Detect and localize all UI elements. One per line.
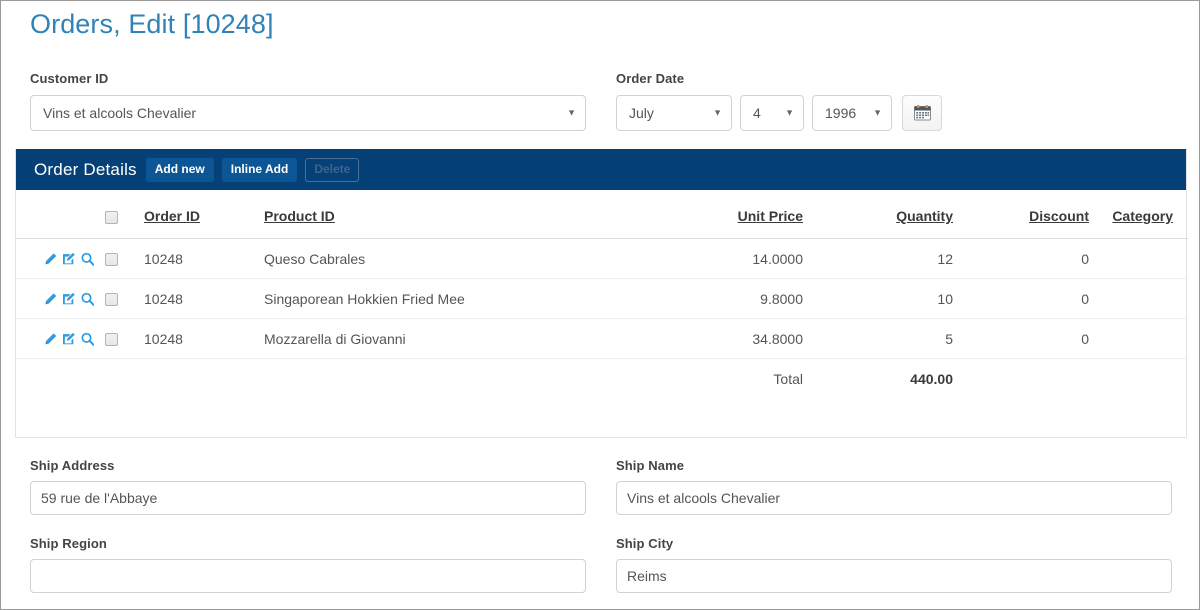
order-date-year-select[interactable]: 1996 ▼	[812, 95, 892, 131]
ship-address-input[interactable]	[30, 481, 586, 515]
cell-category	[1104, 279, 1188, 319]
customer-id-select[interactable]: Vins et alcools Chevalier ▼	[30, 95, 586, 131]
cell-category	[1104, 319, 1188, 359]
ship-address-field-group: Ship Address	[30, 458, 586, 515]
cell-category	[1104, 239, 1188, 279]
row-checkbox[interactable]	[105, 293, 118, 306]
table-body: 10248 Queso Cabrales 14.0000 12 0	[16, 239, 1188, 438]
select-all-checkbox[interactable]	[105, 211, 118, 224]
row-actions-cell	[16, 279, 94, 319]
header-product-id[interactable]: Product ID	[248, 190, 638, 239]
view-search-icon[interactable]	[81, 331, 94, 347]
cell-quantity: 12	[818, 239, 968, 279]
cell-product-id: Queso Cabrales	[248, 239, 638, 279]
row-select-cell	[94, 239, 128, 279]
chevron-down-icon: ▼	[785, 109, 794, 118]
cell-product-id: Mozzarella di Giovanni	[248, 319, 638, 359]
order-details-toolbar: Order Details Add new Inline Add Delete	[16, 149, 1186, 190]
calendar-picker-button[interactable]	[902, 95, 942, 131]
calendar-icon	[914, 105, 931, 121]
chevron-down-icon: ▼	[873, 109, 882, 118]
delete-button[interactable]: Delete	[305, 158, 359, 182]
ship-name-field-group: Ship Name	[616, 458, 1172, 515]
cell-order-id: 10248	[128, 239, 248, 279]
ship-region-field-group: Ship Region	[30, 536, 586, 593]
cell-quantity: 5	[818, 319, 968, 359]
inline-add-button[interactable]: Inline Add	[222, 158, 298, 182]
order-details-title: Order Details	[34, 160, 137, 180]
ship-region-label: Ship Region	[30, 536, 586, 551]
row-select-cell	[94, 279, 128, 319]
edit-pencil-icon[interactable]	[44, 331, 57, 347]
inline-edit-icon[interactable]	[62, 331, 75, 347]
header-unit-price[interactable]: Unit Price	[638, 190, 818, 239]
cell-discount: 0	[968, 239, 1104, 279]
header-quantity[interactable]: Quantity	[818, 190, 968, 239]
header-category[interactable]: Category	[1104, 190, 1188, 239]
ship-address-label: Ship Address	[30, 458, 586, 473]
table-header: Order ID Product ID Unit Price Quantity …	[16, 190, 1188, 239]
cell-unit-price: 14.0000	[638, 239, 818, 279]
inline-edit-icon[interactable]	[62, 291, 75, 307]
row-actions-cell	[16, 319, 94, 359]
cell-product-id: Singaporean Hokkien Fried Mee	[248, 279, 638, 319]
customer-id-value: Vins et alcools Chevalier	[43, 105, 196, 121]
table-row[interactable]: 10248 Queso Cabrales 14.0000 12 0	[16, 239, 1188, 279]
customer-id-label: Customer ID	[30, 71, 586, 86]
page-title: Orders, Edit [10248]	[30, 6, 274, 42]
cell-discount: 0	[968, 279, 1104, 319]
row-actions-cell	[16, 239, 94, 279]
ship-city-label: Ship City	[616, 536, 1172, 551]
order-date-day-select[interactable]: 4 ▼	[740, 95, 804, 131]
order-date-label: Order Date	[616, 71, 942, 86]
cell-discount: 0	[968, 319, 1104, 359]
cell-order-id: 10248	[128, 319, 248, 359]
table-total-row: Total 440.00	[16, 359, 1188, 399]
order-date-month-select[interactable]: July ▼	[616, 95, 732, 131]
total-label: Total	[638, 359, 818, 399]
edit-pencil-icon[interactable]	[44, 251, 57, 267]
order-date-field-group: Order Date July ▼ 4 ▼ 1996 ▼	[616, 71, 942, 131]
chevron-down-icon: ▼	[713, 109, 722, 118]
header-order-id[interactable]: Order ID	[128, 190, 248, 239]
select-all-header	[94, 190, 128, 239]
order-date-day-value: 4	[753, 105, 761, 121]
cell-order-id: 10248	[128, 279, 248, 319]
orders-edit-page: Orders, Edit [10248] Customer ID Vins et…	[0, 0, 1200, 610]
order-details-table: Order ID Product ID Unit Price Quantity …	[16, 190, 1188, 437]
view-search-icon[interactable]	[81, 251, 94, 267]
customer-id-field-group: Customer ID Vins et alcools Chevalier ▼	[30, 71, 586, 131]
table-header-row: Order ID Product ID Unit Price Quantity …	[16, 190, 1188, 239]
ship-name-input[interactable]	[616, 481, 1172, 515]
cell-unit-price: 9.8000	[638, 279, 818, 319]
row-checkbox[interactable]	[105, 333, 118, 346]
order-date-year-value: 1996	[825, 105, 856, 121]
header-discount[interactable]: Discount	[968, 190, 1104, 239]
inline-edit-icon[interactable]	[62, 251, 75, 267]
table-bottom-spacer	[16, 398, 1188, 437]
row-checkbox[interactable]	[105, 253, 118, 266]
order-date-month-value: July	[629, 105, 654, 121]
table-row[interactable]: 10248 Singaporean Hokkien Fried Mee 9.80…	[16, 279, 1188, 319]
edit-pencil-icon[interactable]	[44, 291, 57, 307]
view-search-icon[interactable]	[81, 291, 94, 307]
ship-city-field-group: Ship City	[616, 536, 1172, 593]
total-value: 440.00	[818, 359, 968, 399]
add-new-button[interactable]: Add new	[146, 158, 214, 182]
chevron-down-icon: ▼	[567, 109, 576, 118]
cell-quantity: 10	[818, 279, 968, 319]
ship-name-label: Ship Name	[616, 458, 1172, 473]
order-details-panel: Order Details Add new Inline Add Delete …	[15, 149, 1187, 438]
ship-city-input[interactable]	[616, 559, 1172, 593]
cell-unit-price: 34.8000	[638, 319, 818, 359]
actions-header	[16, 190, 94, 239]
table-row[interactable]: 10248 Mozzarella di Giovanni 34.8000 5 0	[16, 319, 1188, 359]
ship-region-input[interactable]	[30, 559, 586, 593]
row-select-cell	[94, 319, 128, 359]
